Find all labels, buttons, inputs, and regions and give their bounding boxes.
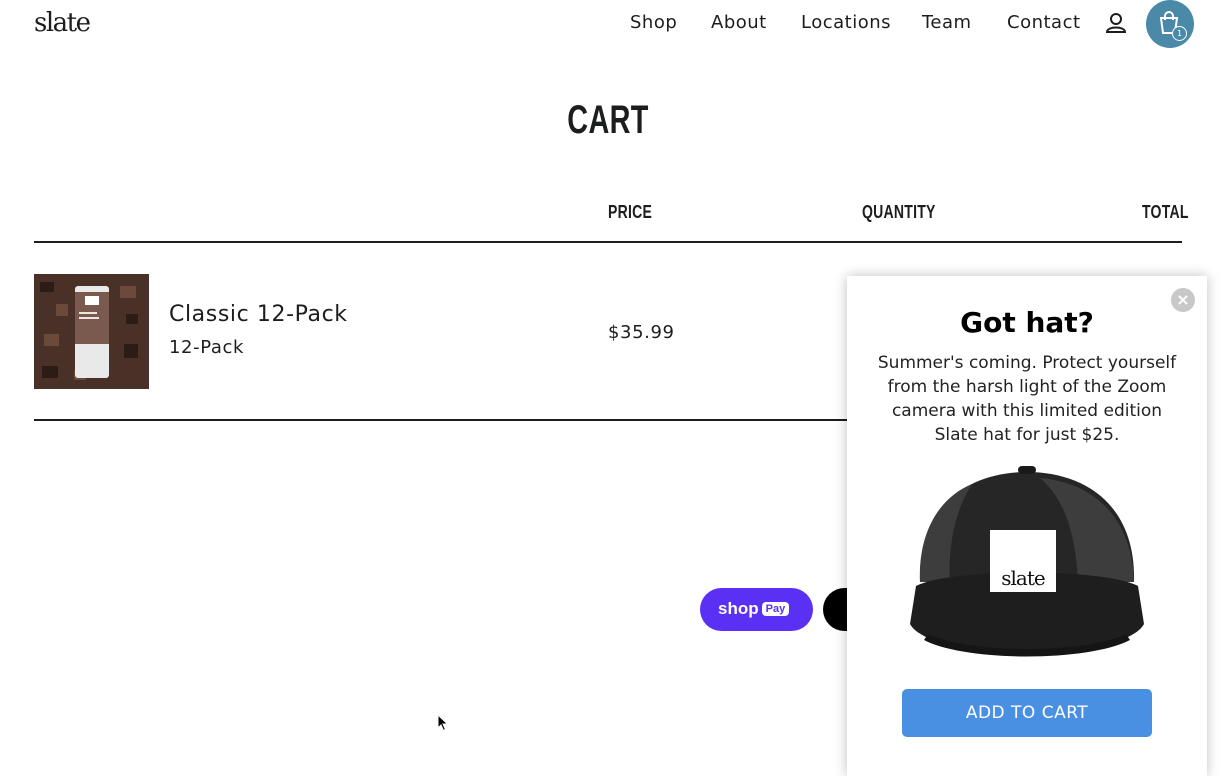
nav-contact[interactable]: Contact <box>1007 12 1081 33</box>
mouse-cursor-icon <box>437 713 449 736</box>
nav-about[interactable]: About <box>711 12 767 33</box>
shop-pay-label: shop Pay <box>718 599 790 619</box>
cart-item-variant: 12-Pack <box>169 337 244 358</box>
popup-body: Summer's coming. Protect yourself from t… <box>877 353 1177 445</box>
header-divider <box>34 241 1182 243</box>
column-header-total: TOTAL <box>1142 202 1189 222</box>
add-to-cart-button[interactable]: ADD TO CART <box>902 689 1152 737</box>
cart-item-name[interactable]: Classic 12-Pack <box>169 302 348 327</box>
cart-button[interactable]: 1 <box>1146 0 1194 48</box>
column-header-price: PRICE <box>608 202 653 222</box>
promo-popup: × Got hat? Summer's coming. Protect your… <box>847 276 1207 776</box>
cart-count-badge: 1 <box>1172 26 1187 41</box>
column-header-quantity: QUANTITY <box>862 202 936 222</box>
page-title: CART <box>567 98 649 142</box>
cart-item-price: $35.99 <box>608 322 675 343</box>
account-icon[interactable] <box>1105 12 1127 34</box>
main-nav: Shop About Locations Team Contact <box>0 12 1222 36</box>
hat-image: slate <box>910 464 1144 660</box>
popup-title: Got hat? <box>960 306 1094 339</box>
product-thumbnail[interactable] <box>34 274 149 389</box>
shop-pay-button[interactable]: shop Pay <box>700 588 813 631</box>
nav-shop[interactable]: Shop <box>630 12 677 33</box>
nav-team[interactable]: Team <box>922 12 972 33</box>
nav-locations[interactable]: Locations <box>801 12 891 33</box>
hat-logo: slate <box>1001 566 1045 590</box>
